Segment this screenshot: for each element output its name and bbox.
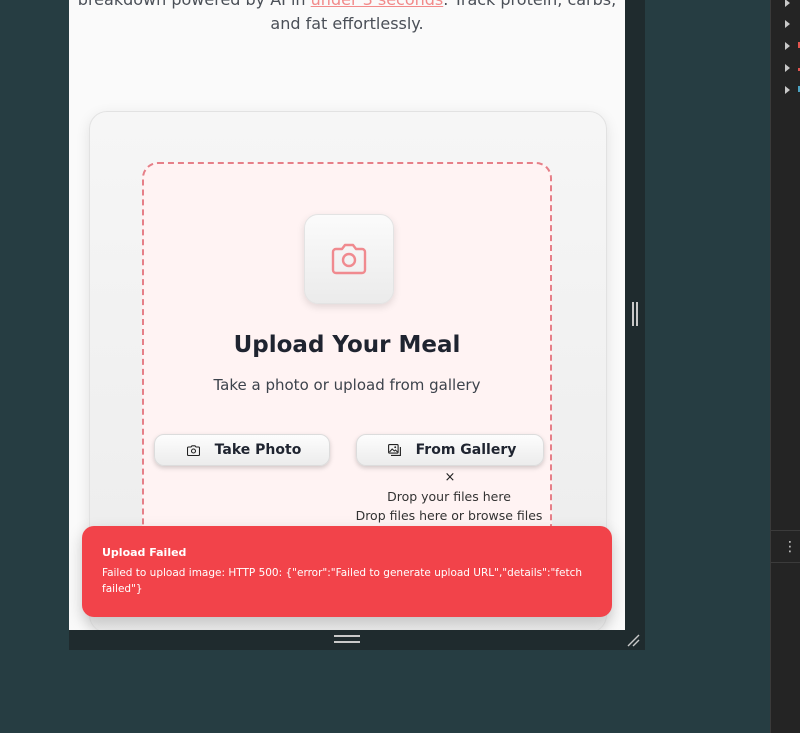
take-photo-label: Take Photo (214, 442, 302, 458)
hero-highlight-link[interactable]: under 3 seconds (311, 0, 444, 9)
tree-expand-icon[interactable] (785, 86, 790, 94)
page-viewport: breakdown powered by AI in under 3 secon… (69, 0, 625, 630)
tree-expand-icon[interactable] (785, 20, 790, 28)
from-gallery-button[interactable]: From Gallery (356, 434, 544, 466)
resize-handle-bottom[interactable] (334, 635, 360, 643)
close-icon[interactable]: × (444, 470, 456, 485)
upload-dropzone[interactable]: Upload Your Meal Take a photo or upload … (142, 162, 552, 582)
upload-title: Upload Your Meal (233, 332, 461, 358)
devtools-panel: ⋮ (770, 0, 800, 733)
drop-hint: Drop your files here (387, 489, 511, 504)
gallery-icon (384, 444, 406, 456)
resize-corner-icon[interactable] (626, 633, 640, 647)
tree-expand-icon[interactable] (785, 64, 790, 72)
camera-icon (183, 444, 205, 456)
upload-subtitle: Take a photo or upload from gallery (213, 376, 481, 394)
device-frame: breakdown powered by AI in under 3 secon… (69, 0, 645, 650)
camera-icon (331, 243, 367, 275)
hero-line-2: and fat effortlessly. (270, 14, 424, 33)
take-photo-button[interactable]: Take Photo (154, 434, 330, 466)
hero-line-1: breakdown powered by AI in under 3 secon… (69, 0, 625, 12)
camera-tile[interactable] (304, 214, 394, 304)
more-options-icon[interactable]: ⋮ (783, 540, 797, 554)
error-toast[interactable]: Upload Failed Failed to upload image: HT… (82, 526, 612, 617)
hero-text-prefix: breakdown powered by AI in (78, 0, 311, 9)
from-gallery-label: From Gallery (415, 442, 517, 458)
tree-expand-icon[interactable] (785, 42, 790, 50)
devtools-divider (771, 530, 800, 531)
toast-title: Upload Failed (102, 546, 187, 559)
devtools-divider (771, 562, 800, 563)
resize-handle-right[interactable] (632, 302, 638, 326)
tree-expand-icon[interactable] (785, 0, 790, 7)
hero-text-suffix: . Track protein, carbs, (443, 0, 616, 9)
toast-message: Failed to upload image: HTTP 500: {"erro… (102, 567, 583, 595)
hero-description: breakdown powered by AI in under 3 secon… (69, 0, 625, 36)
drop-browse-hint[interactable]: Drop files here or browse files (344, 508, 554, 523)
